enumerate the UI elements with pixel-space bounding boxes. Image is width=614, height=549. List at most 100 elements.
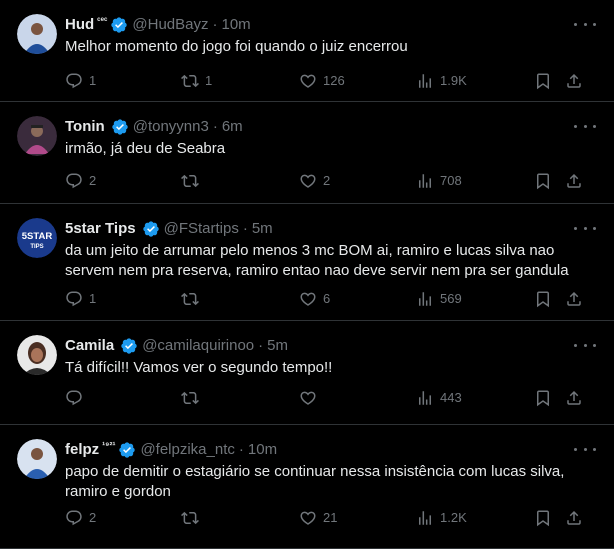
share-button[interactable]: [565, 288, 583, 310]
tweet-text: irmão, já deu de Seabra: [65, 140, 226, 157]
timestamp[interactable]: 10m: [222, 15, 251, 35]
more-icon[interactable]: [574, 219, 596, 237]
display-name[interactable]: felpz: [65, 440, 99, 460]
reply-icon: [66, 291, 82, 307]
avatar[interactable]: [17, 439, 57, 479]
handle[interactable]: @tonyynn3: [133, 117, 209, 137]
avatar-brand-subtext: TIPS: [30, 244, 43, 250]
retweet-button[interactable]: [181, 288, 205, 310]
views-icon: [419, 391, 431, 405]
like-count: 2: [323, 173, 331, 188]
reply-button[interactable]: 1: [65, 288, 96, 310]
views-count: 708: [440, 173, 462, 188]
bookmark-icon: [537, 390, 549, 407]
tweet-header: felpz ¹⁹²¹ @felpzika_ntc · 10m: [65, 440, 564, 460]
tweet[interactable]: Tonin @tonyynn3 · 6m irmão, já deu de Se…: [0, 102, 614, 204]
verified-badge-icon: [111, 118, 129, 136]
display-name[interactable]: Hud: [65, 15, 94, 35]
retweet-button[interactable]: 1: [181, 70, 212, 92]
bookmark-icon: [537, 173, 549, 190]
bookmark-button[interactable]: [534, 288, 552, 310]
avatar[interactable]: [17, 116, 57, 156]
timestamp[interactable]: 5m: [267, 336, 288, 356]
views-button[interactable]: 569: [416, 288, 462, 310]
handle[interactable]: @HudBayz: [132, 15, 208, 35]
more-icon[interactable]: [574, 440, 596, 458]
like-count: 6: [323, 291, 331, 306]
like-button[interactable]: 6: [299, 288, 330, 310]
views-count: 569: [440, 291, 462, 306]
verified-badge-icon: [118, 441, 136, 459]
more-icon[interactable]: [574, 117, 596, 135]
share-button[interactable]: [565, 70, 583, 92]
avatar[interactable]: [17, 14, 57, 54]
timestamp[interactable]: 5m: [252, 219, 273, 239]
share-icon: [567, 291, 581, 306]
tweet[interactable]: Hud ᶜᵉᶜ @HudBayz · 10m Melhor momento do…: [0, 0, 614, 102]
reply-button[interactable]: [65, 387, 89, 409]
views-count: 1.2K: [440, 510, 467, 525]
like-count: 21: [323, 510, 338, 525]
like-button[interactable]: 21: [299, 507, 337, 529]
bookmark-icon: [537, 73, 549, 90]
share-button[interactable]: [565, 387, 583, 409]
bookmark-icon: [537, 510, 549, 527]
views-button[interactable]: 1.9K: [416, 70, 467, 92]
tweet-text: Melhor momento do jogo foi quando o juiz…: [65, 38, 408, 55]
reply-icon: [66, 173, 82, 189]
display-name-suffix: ¹⁹²¹: [102, 440, 116, 450]
views-count: 1.9K: [440, 73, 467, 88]
like-button[interactable]: 2: [299, 170, 330, 192]
retweet-icon: [181, 174, 199, 188]
avatar[interactable]: [17, 335, 57, 375]
like-button[interactable]: 126: [299, 70, 345, 92]
share-icon: [567, 173, 581, 188]
display-name[interactable]: Tonin: [65, 117, 105, 137]
timestamp[interactable]: 10m: [248, 440, 277, 460]
more-icon[interactable]: [574, 336, 596, 354]
handle[interactable]: @FStartips: [164, 219, 239, 239]
tweet[interactable]: Camila @camilaquirinoo · 5m Tá difícil!!…: [0, 321, 614, 425]
verified-badge-icon: [120, 337, 138, 355]
reply-count: 1: [89, 291, 97, 306]
display-name[interactable]: 5star Tips: [65, 219, 136, 239]
bookmark-icon: [537, 291, 549, 308]
views-button[interactable]: 708: [416, 170, 462, 192]
views-button[interactable]: 1.2K: [416, 507, 467, 529]
reply-button[interactable]: 2: [65, 507, 96, 529]
bookmark-button[interactable]: [534, 387, 552, 409]
avatar[interactable]: 5STAR TIPS: [17, 218, 57, 258]
separator-dot: ·: [242, 220, 248, 237]
timestamp[interactable]: 6m: [222, 117, 243, 137]
timeline-feed: Hud ᶜᵉᶜ @HudBayz · 10m Melhor momento do…: [0, 0, 614, 549]
share-button[interactable]: [565, 507, 583, 529]
handle[interactable]: @felpzika_ntc: [140, 440, 234, 460]
reply-button[interactable]: 1: [65, 70, 96, 92]
handle[interactable]: @camilaquirinoo: [142, 336, 254, 356]
retweet-button[interactable]: [181, 507, 205, 529]
views-button[interactable]: 443: [416, 387, 462, 409]
more-icon[interactable]: [574, 15, 596, 33]
reply-icon: [66, 510, 82, 526]
retweet-button[interactable]: [181, 170, 205, 192]
like-icon: [300, 292, 316, 306]
share-icon: [567, 510, 581, 525]
reply-icon: [66, 390, 82, 406]
share-icon: [567, 390, 581, 405]
like-icon: [300, 511, 316, 525]
bookmark-button[interactable]: [534, 170, 552, 192]
tweet-header: 5star Tips @FStartips · 5m: [65, 219, 564, 239]
tweet[interactable]: 5STAR TIPS 5star Tips @FStartips · 5m da …: [0, 204, 614, 321]
retweet-icon: [181, 292, 199, 306]
like-icon: [300, 74, 316, 88]
share-button[interactable]: [565, 170, 583, 192]
bookmark-button[interactable]: [534, 70, 552, 92]
tweet[interactable]: felpz ¹⁹²¹ @felpzika_ntc · 10m papo de d…: [0, 425, 614, 549]
display-name[interactable]: Camila: [65, 336, 114, 356]
bookmark-button[interactable]: [534, 507, 552, 529]
reply-button[interactable]: 2: [65, 170, 96, 192]
like-button[interactable]: [299, 387, 323, 409]
retweet-button[interactable]: [181, 387, 205, 409]
separator-dot: ·: [258, 337, 264, 354]
views-icon: [419, 74, 431, 88]
